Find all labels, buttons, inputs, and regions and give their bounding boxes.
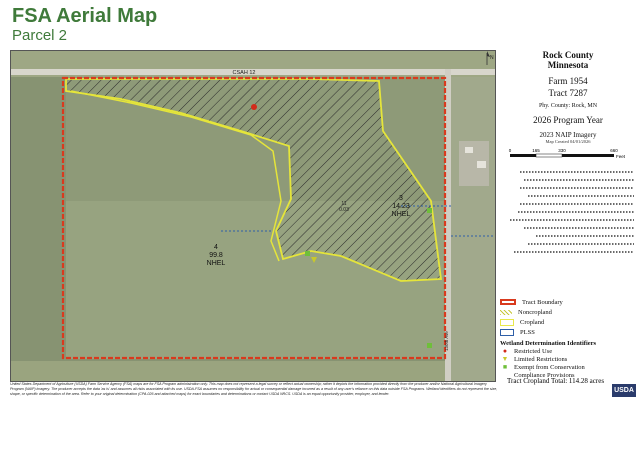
restricted-use-marker[interactable]	[251, 104, 257, 110]
field-3-class: NHEL	[392, 211, 411, 218]
field-11-acres: 0.03	[339, 207, 349, 213]
field-4-acres: 99.8	[209, 252, 223, 259]
restricted-use-icon: ●	[502, 347, 508, 355]
legend-noncropland: Noncropland	[500, 307, 636, 317]
program-year: 2026 Program Year	[533, 115, 603, 125]
field-4-number: 4	[214, 244, 218, 251]
county-name: Rock County	[542, 50, 594, 60]
legend-exempt: ■ Exempt from Conservation	[500, 363, 636, 371]
field-3-number: 3	[399, 195, 403, 202]
south-fields	[11, 361, 451, 381]
plss-swatch	[500, 328, 514, 336]
scale-label-330: 330	[558, 148, 566, 153]
exempt-marker[interactable]	[427, 208, 432, 213]
north-road-label: CSAH 12	[233, 70, 256, 76]
map-created-date: Map Created 04/01/2026	[545, 139, 591, 144]
map-legend: Tract Boundary Noncropland Cropland PLSS…	[500, 297, 636, 379]
map-subtitle: Parcel 2	[12, 27, 68, 44]
tract-number: Tract 7287	[548, 88, 588, 98]
limited-restrictions-icon: ▼	[501, 355, 509, 363]
field-table	[510, 171, 634, 253]
legend-restricted-use: ● Restricted Use	[500, 347, 636, 355]
farm-number: Farm 1954	[548, 76, 588, 86]
exempt-icon: ■	[502, 363, 508, 371]
scale-label-165: 165	[532, 148, 540, 153]
legend-label: PLSS	[520, 328, 535, 336]
cropland-swatch	[500, 318, 514, 326]
field-3-acres: 14.23	[392, 203, 410, 210]
legend-cropland: Cropland	[500, 317, 636, 327]
legend-tract-boundary: Tract Boundary	[500, 297, 636, 307]
state-name: Minnesota	[547, 60, 589, 70]
legend-limited-restrictions: ▼ Limited Restrictions	[500, 355, 636, 363]
aerial-map[interactable]: N CSAH 12 130th Ave 4 99.8 NHEL 3 14.23 …	[10, 50, 496, 382]
scale-label-660: 660	[610, 148, 618, 153]
scale-unit: Feet	[616, 154, 626, 159]
noncropland-swatch	[500, 309, 512, 315]
legend-label: Cropland	[520, 318, 545, 326]
wetland-legend-title: Wetland Determination Identifiers	[500, 340, 597, 347]
map-title: FSA Aerial Map	[12, 5, 158, 27]
legend-label: Exempt from Conservation	[514, 363, 585, 371]
legend-label: Tract Boundary	[522, 298, 563, 306]
imagery-source: 2023 NAIP Imagery	[539, 131, 597, 139]
physical-county: Phy. County: Rock, MN	[538, 103, 598, 109]
usda-logo: USDA	[612, 384, 636, 397]
legend-label: Restricted Use	[514, 347, 553, 355]
legend-plss: PLSS	[500, 327, 636, 337]
exempt-marker[interactable]	[305, 251, 310, 256]
field-4-class: NHEL	[207, 260, 226, 267]
cropland-total: Tract Cropland Total: 114.28 acres	[507, 377, 605, 385]
exempt-marker[interactable]	[427, 343, 432, 348]
tract-boundary-swatch	[500, 299, 516, 305]
disclaimer-text: United States Department of Agriculture …	[10, 382, 498, 396]
aerial-map-canvas: N CSAH 12 130th Ave 4 99.8 NHEL 3 14.23 …	[11, 51, 495, 381]
legend-label: Noncropland	[518, 308, 552, 316]
scale-label-0: 0	[509, 148, 512, 153]
east-road-label: 130th Ave	[444, 331, 449, 351]
scale-bar: 0 165 330 660 Feet	[509, 148, 626, 159]
legend-label: Limited Restrictions	[514, 355, 568, 363]
north-arrow-label: N	[490, 55, 494, 61]
east-fields	[451, 77, 495, 381]
